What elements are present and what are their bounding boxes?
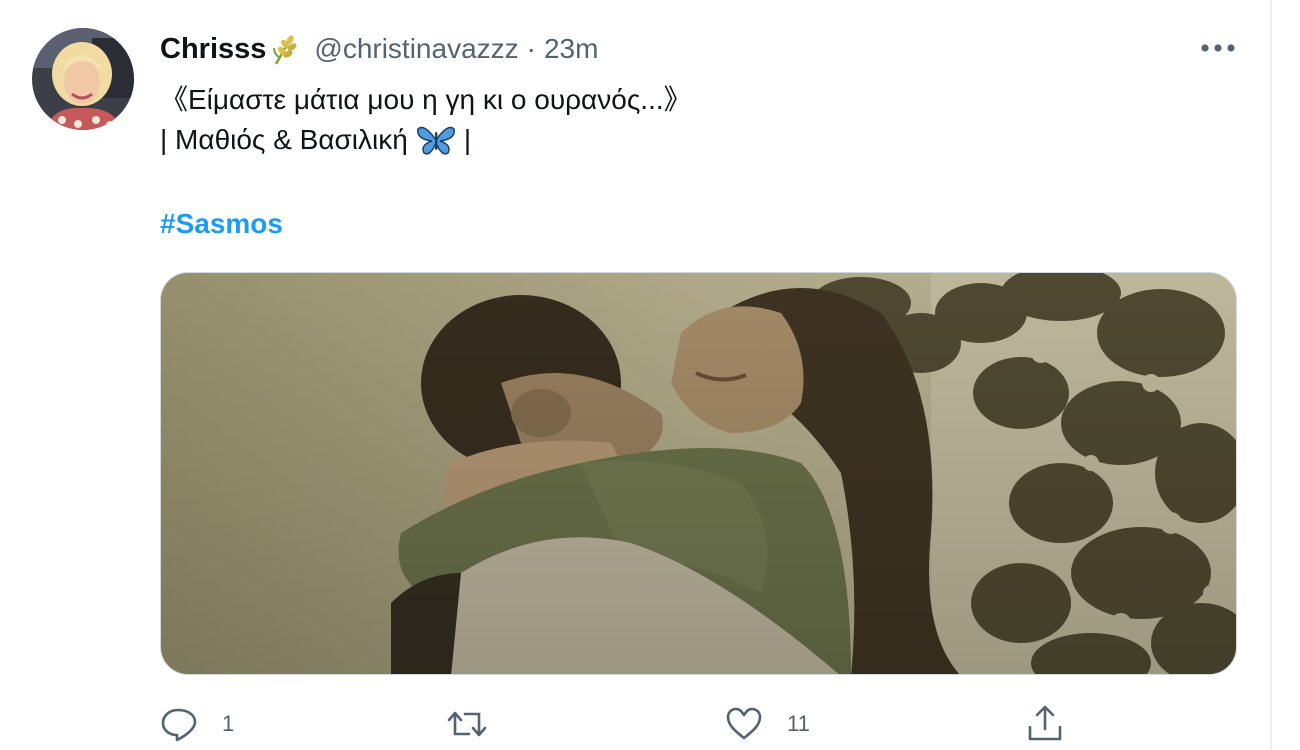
reply-button[interactable]: 1 xyxy=(160,704,234,744)
header-separator: · xyxy=(526,33,536,64)
tweet-timestamp[interactable]: 23m xyxy=(544,33,598,65)
tweet-card[interactable]: Chrisss @christinavazzz · 23m 《Είμαστε μ… xyxy=(0,0,1300,750)
hashtag-link[interactable]: #Sasmos xyxy=(160,204,283,244)
tweet-text-line-2: | Μαθιός & Βασιλική | xyxy=(160,120,692,160)
author-handle[interactable]: @christinavazzz xyxy=(314,33,518,65)
media-video[interactable] xyxy=(160,272,1237,675)
more-options-icon xyxy=(1201,44,1235,52)
retweet-icon xyxy=(447,711,487,737)
reply-icon xyxy=(161,708,197,742)
tweet-actions: 1 11 xyxy=(0,700,1300,750)
share-button[interactable] xyxy=(1025,704,1065,744)
reply-count: 1 xyxy=(222,711,235,736)
video-frame xyxy=(161,273,1236,674)
display-name[interactable]: Chrisss xyxy=(160,33,266,66)
timeline-divider xyxy=(1270,0,1272,750)
heart-icon xyxy=(726,707,762,740)
avatar[interactable] xyxy=(32,28,134,130)
tweet-header: Chrisss @christinavazzz · 23m xyxy=(160,29,598,69)
like-button[interactable]: 11 xyxy=(725,704,810,744)
tweet-text-line-1: 《Είμαστε μάτια μου η γη κι ο ουρανός...》 xyxy=(160,84,692,115)
retweet-button[interactable] xyxy=(445,704,513,744)
more-options-button[interactable] xyxy=(1196,32,1240,64)
tweet-text: 《Είμαστε μάτια μου η γη κι ο ουρανός...》… xyxy=(160,80,692,160)
share-icon xyxy=(1028,705,1062,741)
avatar-image xyxy=(32,28,134,130)
tweet-text-suffix: | xyxy=(463,124,472,155)
butterfly-emoji-icon xyxy=(416,123,456,157)
like-count: 11 xyxy=(787,711,810,736)
tweet-text-names: | Μαθιός & Βασιλική xyxy=(160,124,408,155)
wheat-emoji-icon xyxy=(270,32,300,66)
